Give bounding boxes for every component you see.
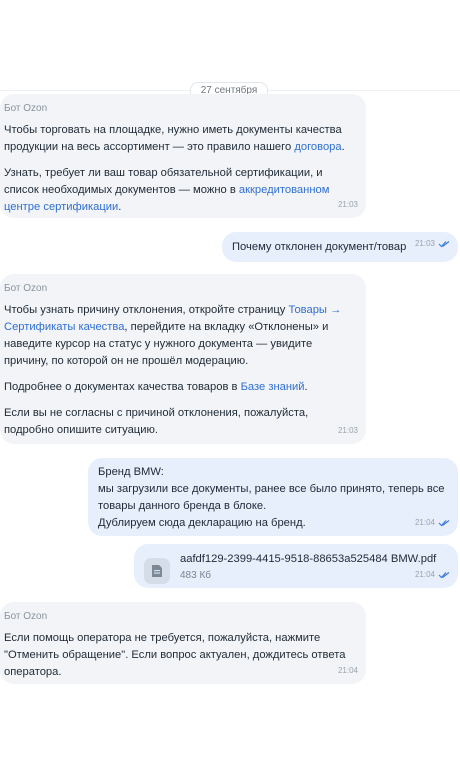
message-paragraph: Чтобы торговать на площадке, нужно иметь… xyxy=(4,122,356,156)
message-line: мы загрузили все документы, ранее все бы… xyxy=(98,483,445,512)
sender-name: Бот Ozon xyxy=(4,283,48,294)
message-time: 21:04 xyxy=(415,566,450,583)
message-time: 21:04 xyxy=(338,662,358,679)
file-attachment[interactable]: aafdf129-2399-4415-9518-88653a525484 BMW… xyxy=(134,544,458,588)
text: Подробнее о документах качества товаров … xyxy=(4,381,241,393)
message-paragraph: Подробнее о документах качества товаров … xyxy=(4,379,356,396)
text: Чтобы торговать на площадке, нужно иметь… xyxy=(4,124,342,153)
read-ticks-icon xyxy=(438,519,450,526)
user-message: Бренд BMW: мы загрузили все документы, р… xyxy=(88,458,458,536)
message-text: Почему отклонен документ/товар xyxy=(232,241,407,253)
document-icon xyxy=(144,558,170,584)
message-paragraph: Чтобы узнать причину отклонения, откройт… xyxy=(4,302,356,370)
time-text: 21:03 xyxy=(414,239,435,248)
time-text: 21:03 xyxy=(337,200,358,209)
message-paragraph: Узнать, требует ли ваш товар обязательно… xyxy=(4,165,356,216)
file-name[interactable]: aafdf129-2399-4415-9518-88653a525484 BMW… xyxy=(180,551,448,567)
time-text: 21:04 xyxy=(337,666,358,675)
message-time: 21:04 xyxy=(415,514,450,531)
message-paragraph: Если помощь оператора не требуется, пожа… xyxy=(4,632,346,678)
message-line: Дублируем сюда декларацию на бренд. xyxy=(98,517,306,529)
time-text: 21:04 xyxy=(414,570,435,579)
time-text: 21:04 xyxy=(414,518,435,527)
message-line: Бренд BMW: xyxy=(98,466,164,478)
file-size: 483 Кб xyxy=(180,570,212,581)
bot-message: Бот Ozon Чтобы узнать причину отклонения… xyxy=(0,274,366,444)
message-time: 21:03 xyxy=(338,196,358,213)
message-time: 21:03 xyxy=(338,422,358,439)
document-glyph-icon xyxy=(152,565,162,577)
text: Чтобы узнать причину отклонения, откройт… xyxy=(4,304,289,316)
user-message: Почему отклонен документ/товар 21:03 xyxy=(222,232,458,262)
text: . xyxy=(341,141,345,153)
text: . xyxy=(118,201,122,213)
bot-message: Бот Ozon Чтобы торговать на площадке, ну… xyxy=(0,94,366,218)
read-ticks-icon xyxy=(438,240,450,247)
text: . xyxy=(304,381,308,393)
sender-name: Бот Ozon xyxy=(4,611,48,622)
knowledge-base-link[interactable]: Базе знаний xyxy=(241,381,305,393)
sender-name: Бот Ozon xyxy=(4,103,48,114)
message-time: 21:03 xyxy=(415,235,450,252)
time-text: 21:03 xyxy=(337,426,358,435)
read-ticks-icon xyxy=(438,571,450,578)
chat-history: 27 сентября Бот Ozon Чтобы торговать на … xyxy=(0,0,460,772)
message-paragraph: Если вы не согласны с причиной отклонени… xyxy=(4,407,309,436)
contract-link[interactable]: договора xyxy=(294,141,341,153)
bot-message: Бот Ozon Если помощь оператора не требуе… xyxy=(0,602,366,684)
